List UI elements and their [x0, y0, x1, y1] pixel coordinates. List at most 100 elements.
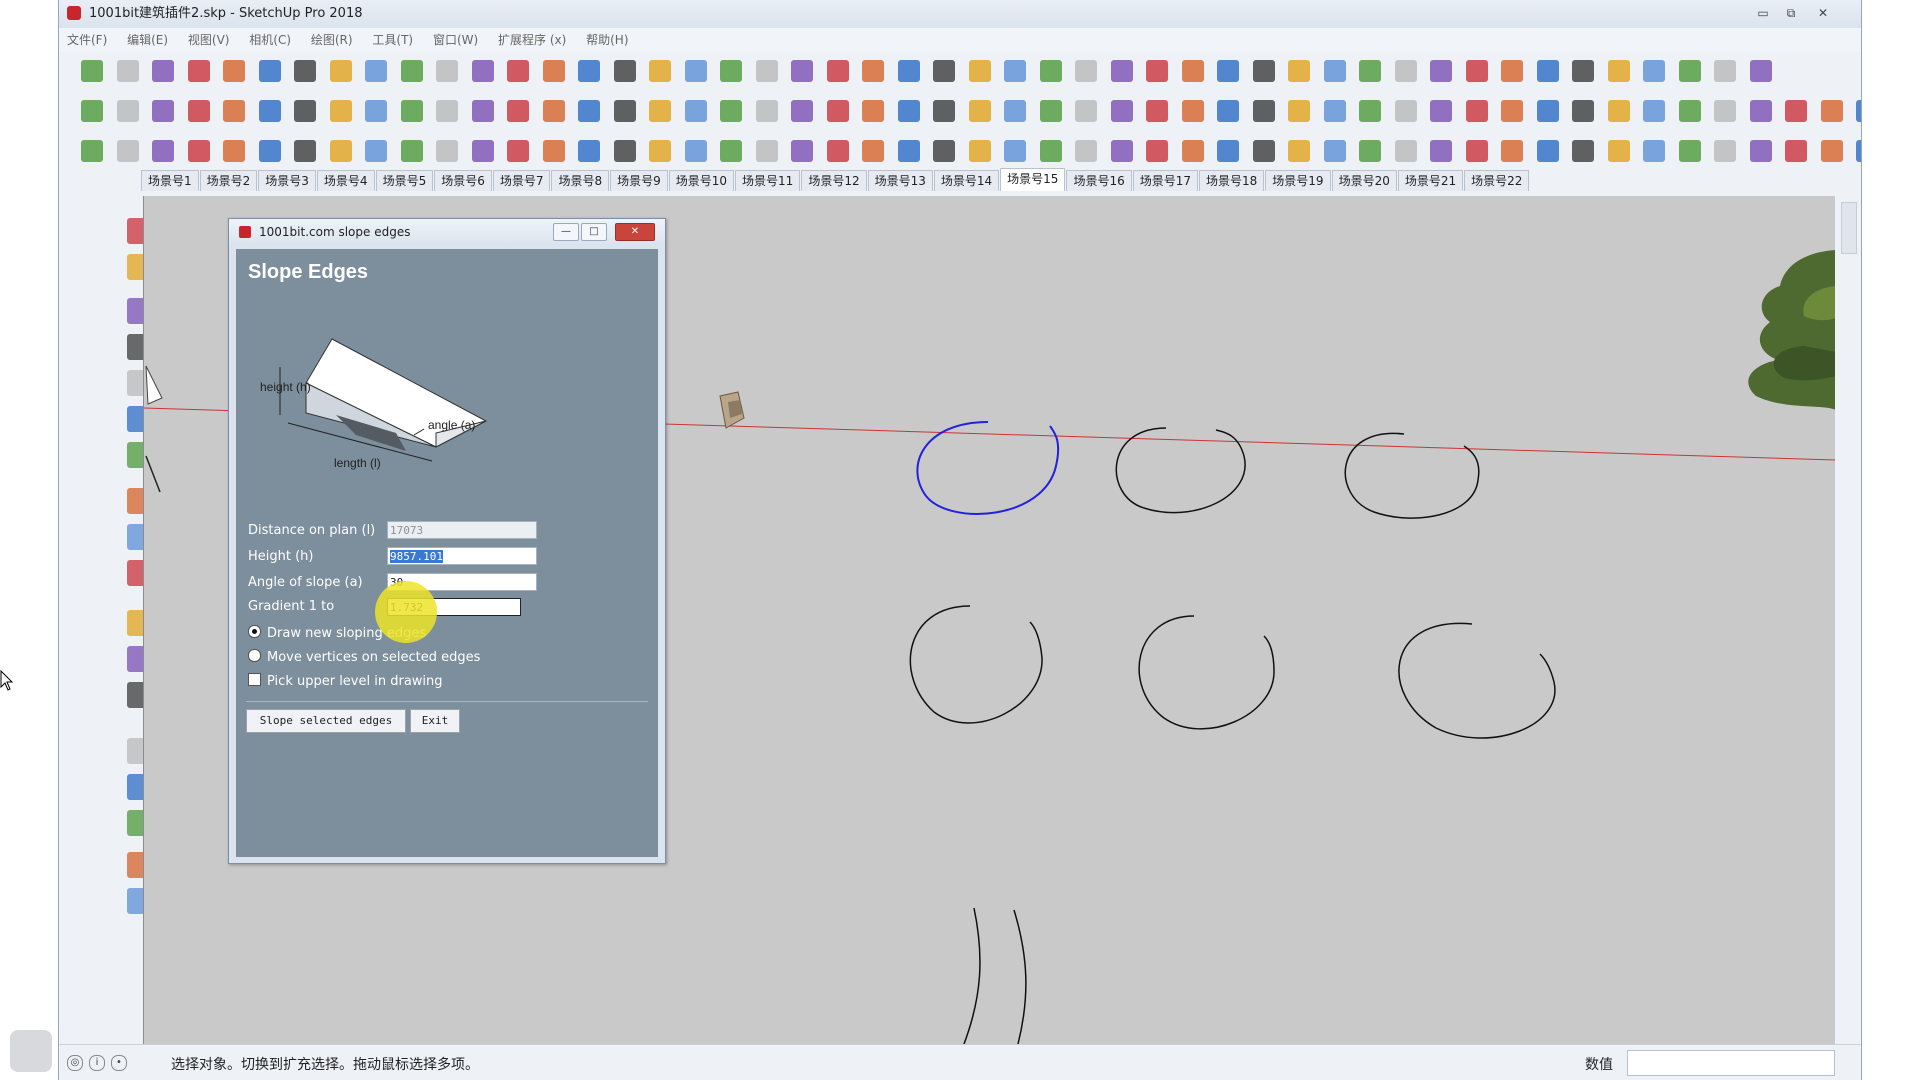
- main-tool-icon[interactable]: [1394, 60, 1417, 82]
- plugin-a-tool-icon[interactable]: [507, 100, 529, 122]
- main-tool-icon[interactable]: [187, 60, 210, 82]
- main-tool-icon[interactable]: [223, 60, 245, 82]
- plugin-a-tool-icon[interactable]: [294, 100, 316, 122]
- plugin-a-tool-icon[interactable]: [436, 100, 458, 122]
- plugin-b-tool-icon[interactable]: [329, 140, 352, 162]
- plugin-b-tool-icon[interactable]: [116, 140, 139, 162]
- plugin-b-tool-icon[interactable]: [471, 140, 494, 162]
- main-tool-icon[interactable]: [1607, 60, 1630, 82]
- main-tool-icon[interactable]: [81, 60, 103, 82]
- plugin-a-tool-icon[interactable]: [1501, 100, 1523, 122]
- menu-camera[interactable]: 相机(C): [241, 28, 299, 52]
- main-tool-icon[interactable]: [1430, 60, 1452, 82]
- plugin-b-tool-icon[interactable]: [1536, 140, 1559, 162]
- plugin-b-tool-icon[interactable]: [1146, 140, 1168, 162]
- plugin-b-tool-icon[interactable]: [400, 140, 423, 162]
- plugin-a-tool-icon[interactable]: [1146, 100, 1168, 122]
- main-tool-icon[interactable]: [1536, 60, 1559, 82]
- plugin-a-tool-icon[interactable]: [897, 100, 920, 122]
- main-tool-icon[interactable]: [365, 60, 387, 82]
- scene-tab[interactable]: 场景号17: [1132, 170, 1199, 191]
- plugin-a-tool-icon[interactable]: [826, 100, 849, 122]
- plugin-a-tool-icon[interactable]: [1749, 100, 1772, 122]
- plugin-a-tool-icon[interactable]: [116, 100, 139, 122]
- scene-tab[interactable]: 场景号8: [551, 170, 610, 191]
- draw-new-radio[interactable]: [248, 625, 261, 638]
- main-tool-icon[interactable]: [1217, 60, 1239, 82]
- plugin-a-tool-icon[interactable]: [329, 100, 352, 122]
- plugin-b-tool-icon[interactable]: [1785, 140, 1807, 162]
- plugin-a-tool-icon[interactable]: [791, 100, 813, 122]
- scene-tab[interactable]: 场景号9: [610, 170, 668, 191]
- scene-tab[interactable]: 场景号5: [375, 170, 434, 191]
- main-tool-icon[interactable]: [507, 60, 529, 82]
- plugin-a-tool-icon[interactable]: [542, 100, 565, 122]
- plugin-b-tool-icon[interactable]: [649, 140, 671, 162]
- scene-tab[interactable]: 场景号7: [492, 170, 551, 191]
- pick-upper-checkbox[interactable]: [248, 673, 261, 686]
- scene-tab[interactable]: 场景号1: [141, 170, 199, 191]
- main-tool-icon[interactable]: [968, 60, 991, 82]
- plugin-a-tool-icon[interactable]: [1359, 100, 1381, 122]
- plugin-a-tool-icon[interactable]: [1252, 100, 1275, 122]
- dialog-minimize-button[interactable]: —: [553, 223, 579, 241]
- scene-tab[interactable]: 场景号19: [1265, 170, 1331, 191]
- main-tool-icon[interactable]: [755, 60, 778, 82]
- main-tool-icon[interactable]: [329, 60, 352, 82]
- plugin-b-tool-icon[interactable]: [542, 140, 565, 162]
- plugin-a-tool-icon[interactable]: [1110, 100, 1133, 122]
- main-tool-icon[interactable]: [436, 60, 458, 82]
- plugin-b-tool-icon[interactable]: [613, 140, 636, 162]
- plugin-b-tool-icon[interactable]: [968, 140, 991, 162]
- plugin-a-tool-icon[interactable]: [1288, 100, 1310, 122]
- plugin-a-tool-icon[interactable]: [400, 100, 423, 122]
- main-tool-icon[interactable]: [1288, 60, 1310, 82]
- plugin-b-tool-icon[interactable]: [187, 140, 210, 162]
- plugin-a-tool-icon[interactable]: [81, 100, 103, 122]
- main-tool-icon[interactable]: [294, 60, 316, 82]
- tray-handle[interactable]: [1841, 202, 1857, 254]
- main-tool-icon[interactable]: [400, 60, 423, 82]
- plugin-b-tool-icon[interactable]: [507, 140, 529, 162]
- distance-field[interactable]: 17073: [387, 521, 537, 539]
- plugin-b-tool-icon[interactable]: [1856, 140, 1861, 162]
- plugin-b-tool-icon[interactable]: [1039, 140, 1062, 162]
- menu-draw[interactable]: 绘图(R): [303, 28, 361, 52]
- plugin-a-tool-icon[interactable]: [1217, 100, 1239, 122]
- main-tool-icon[interactable]: [1572, 60, 1594, 82]
- plugin-b-tool-icon[interactable]: [826, 140, 849, 162]
- plugin-a-tool-icon[interactable]: [1465, 100, 1488, 122]
- plugin-b-tool-icon[interactable]: [1749, 140, 1772, 162]
- main-tool-icon[interactable]: [1110, 60, 1133, 82]
- main-tool-icon[interactable]: [1359, 60, 1381, 82]
- scene-tab[interactable]: 场景号14: [933, 170, 1000, 191]
- main-tool-icon[interactable]: [1501, 60, 1523, 82]
- main-tool-icon[interactable]: [116, 60, 139, 82]
- main-tool-icon[interactable]: [1678, 60, 1701, 82]
- plugin-a-tool-icon[interactable]: [578, 100, 600, 122]
- plugin-b-tool-icon[interactable]: [862, 140, 884, 162]
- main-tool-icon[interactable]: [1749, 60, 1772, 82]
- dialog-close-button[interactable]: ✕: [615, 223, 655, 241]
- plugin-b-tool-icon[interactable]: [897, 140, 920, 162]
- plugin-b-tool-icon[interactable]: [1643, 140, 1665, 162]
- plugin-a-tool-icon[interactable]: [1536, 100, 1559, 122]
- plugin-b-tool-icon[interactable]: [1820, 140, 1843, 162]
- arc-6[interactable]: [1398, 622, 1556, 739]
- plugin-a-tool-icon[interactable]: [1004, 100, 1026, 122]
- slope-selected-edges-button[interactable]: Slope selected edges: [246, 709, 406, 733]
- plugin-b-tool-icon[interactable]: [258, 140, 281, 162]
- scene-tab[interactable]: 场景号6: [434, 170, 492, 191]
- plugin-b-tool-icon[interactable]: [1394, 140, 1417, 162]
- dialog-restore-button[interactable]: □: [581, 223, 607, 241]
- scene-tab[interactable]: 场景号12: [801, 170, 867, 191]
- menu-tools[interactable]: 工具(T): [364, 28, 421, 52]
- scene-tab[interactable]: 场景号2: [199, 170, 258, 191]
- scene-tab[interactable]: 场景号11: [735, 170, 801, 191]
- plugin-a-tool-icon[interactable]: [613, 100, 636, 122]
- main-tool-icon[interactable]: [1004, 60, 1026, 82]
- plugin-a-tool-icon[interactable]: [720, 100, 742, 122]
- plugin-b-tool-icon[interactable]: [1714, 140, 1736, 162]
- main-tool-icon[interactable]: [862, 60, 884, 82]
- main-tool-icon[interactable]: [152, 60, 174, 82]
